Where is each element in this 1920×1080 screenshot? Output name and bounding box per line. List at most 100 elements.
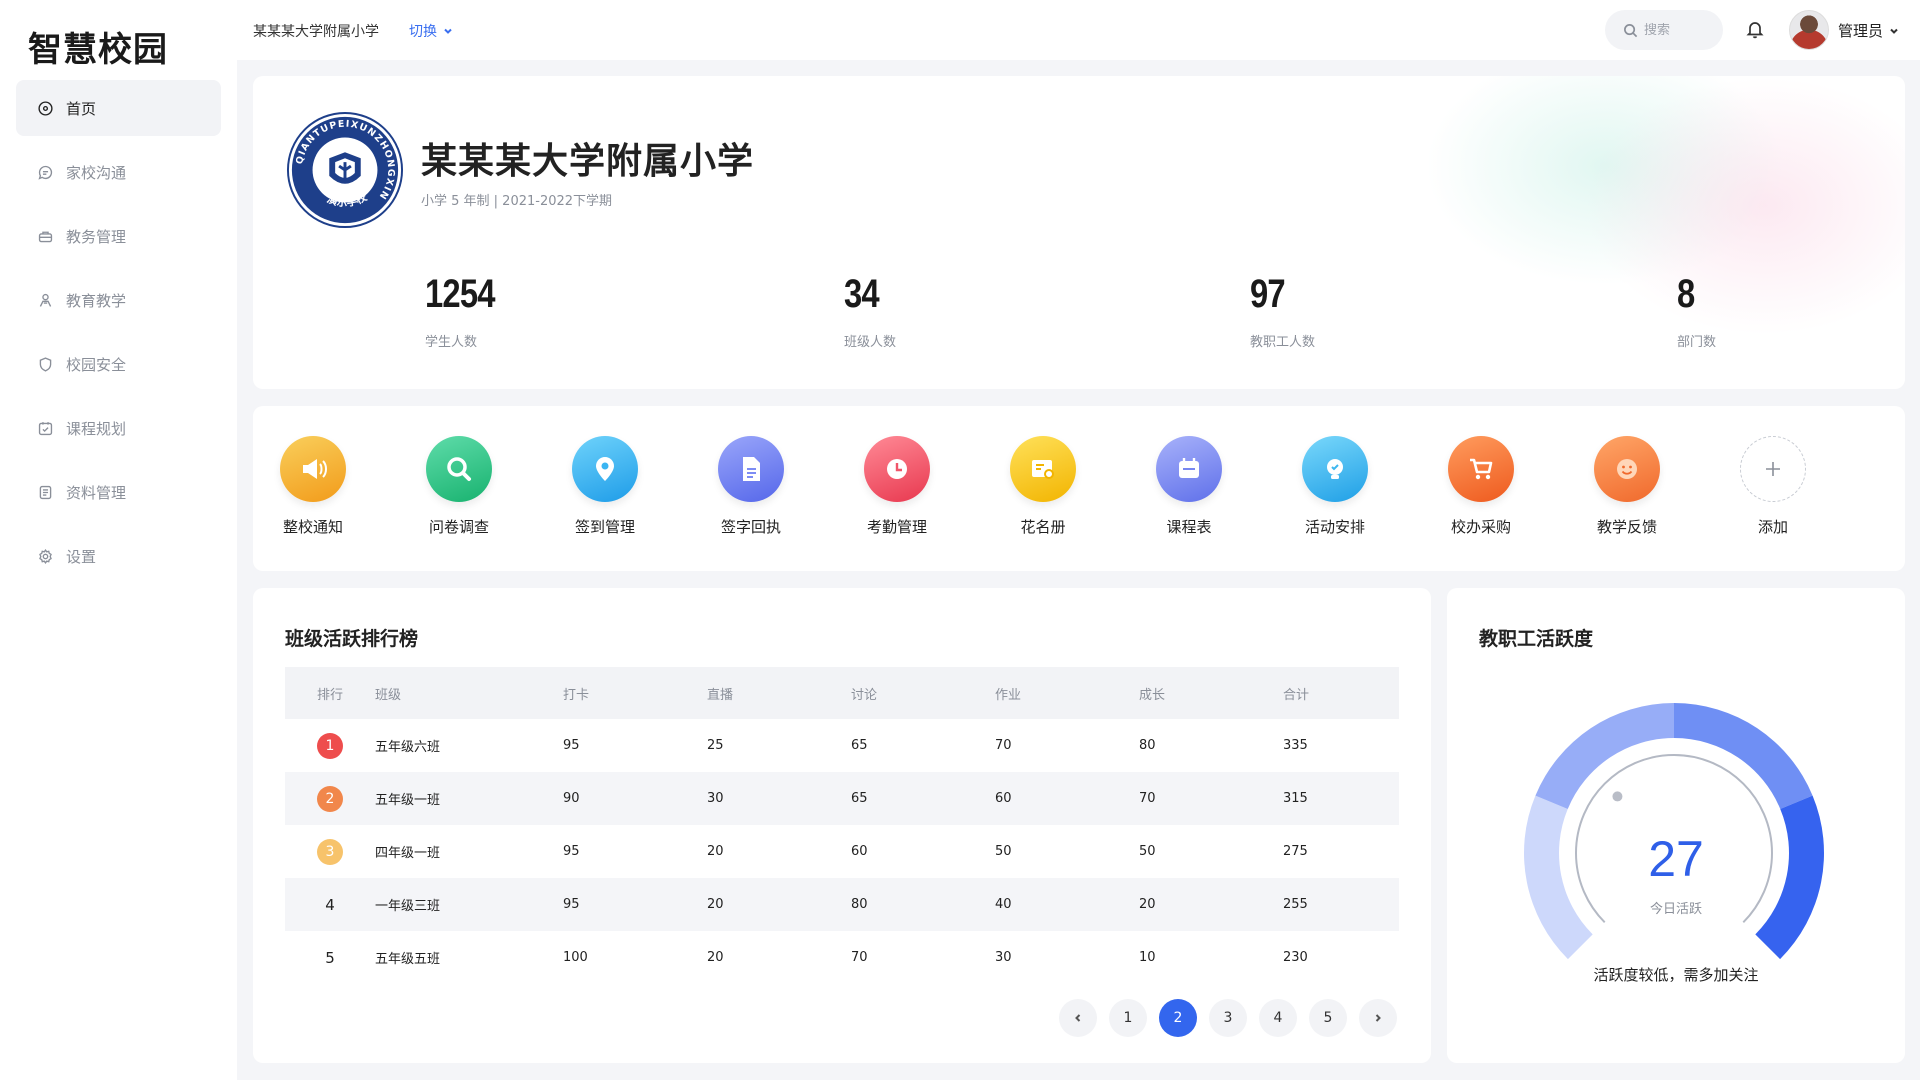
page-button[interactable]: 3: [1209, 999, 1247, 1037]
teaching-icon: [36, 291, 54, 309]
stat-students: 1254 学生人数: [425, 272, 510, 350]
page-button[interactable]: 4: [1259, 999, 1297, 1037]
school-logo: QIANTUPEIXUNZHONGXIN 演示学校: [286, 111, 404, 229]
document-icon: [36, 483, 54, 501]
current-school: 某某某大学附属小学: [253, 24, 379, 40]
ranking-table: 排行 班级 打卡 直播 讨论 作业 成长 合计 1 五年级六班 95 25 65…: [285, 667, 1399, 984]
brand-title: 智慧校园: [28, 30, 168, 70]
table-cell: 一年级三班: [375, 899, 441, 914]
app-survey[interactable]: 问卷调查: [404, 436, 514, 537]
sidebar-item-label: 设置: [66, 547, 97, 566]
sidebar-item-resources[interactable]: 资料管理: [16, 464, 221, 520]
search-box[interactable]: [1605, 10, 1723, 50]
pagination: 1 2 3 4 5: [1059, 999, 1397, 1037]
table-cell: 五年级五班: [375, 952, 441, 967]
prev-page-button[interactable]: [1059, 999, 1097, 1037]
chevron-left-icon: [1075, 1014, 1081, 1022]
stat-value: 97: [1250, 272, 1286, 316]
chevron-down-icon: [1890, 28, 1898, 34]
sidebar-item-home-school[interactable]: 家校沟通: [16, 144, 221, 200]
table-row: 5 五年级五班 100 20 70 30 10 230: [285, 931, 1399, 984]
sidebar-item-label: 校园安全: [66, 355, 127, 374]
table-cell: 275: [1283, 844, 1308, 859]
sidebar-item-course-plan[interactable]: 课程规划: [16, 400, 221, 456]
search-icon: [426, 436, 492, 502]
gauge-segment-3: [1674, 703, 1813, 809]
app-procurement[interactable]: 校办采购: [1426, 436, 1536, 537]
sidebar-item-safety[interactable]: 校园安全: [16, 336, 221, 392]
activity-value: 27: [1648, 831, 1704, 887]
column-header: 合计: [1283, 687, 1310, 703]
sidebar-item-teaching[interactable]: 教育教学: [16, 272, 221, 328]
app-label: 校办采购: [1450, 518, 1511, 536]
chat-icon: [36, 163, 54, 181]
column-header: 成长: [1139, 687, 1166, 703]
activity-value-label: 今日活跃: [1649, 902, 1702, 917]
app-label: 教学反馈: [1596, 518, 1657, 536]
stat-staff: 97 教职工人数: [1250, 272, 1315, 350]
app-school-notice[interactable]: 整校通知: [258, 436, 368, 537]
class-ranking-card: 班级活跃排行榜 排行 班级 打卡 直播 讨论 作业 成长 合计 1 五年级六班 …: [253, 588, 1431, 1063]
table-cell: 50: [995, 844, 1012, 859]
search-input[interactable]: [1644, 22, 1714, 38]
next-page-button[interactable]: [1359, 999, 1397, 1037]
school-title: 某某某大学附属小学: [421, 141, 755, 182]
app-teaching-feedback[interactable]: 教学反馈: [1572, 436, 1682, 537]
table-cell: 30: [995, 950, 1012, 965]
app-label: 签到管理: [574, 518, 635, 536]
rank-badge: 2: [317, 785, 343, 812]
app-activities[interactable]: 活动安排: [1280, 436, 1390, 537]
switch-label: 切换: [409, 24, 437, 40]
table-cell: 80: [1139, 738, 1156, 753]
rank-number: 5: [325, 948, 335, 967]
column-header: 直播: [707, 687, 734, 703]
table-cell: 60: [995, 791, 1012, 806]
clock-icon: [864, 436, 930, 502]
app-add[interactable]: 添加: [1718, 436, 1828, 537]
stat-label: 班级人数: [844, 335, 897, 350]
table-cell: 230: [1283, 950, 1308, 965]
page-button[interactable]: 1: [1109, 999, 1147, 1037]
table-cell: 20: [707, 897, 724, 912]
table-cell: 65: [851, 791, 868, 806]
app-label: 花名册: [1020, 518, 1066, 536]
sidebar-item-label: 资料管理: [66, 483, 127, 502]
column-header: 作业: [995, 687, 1022, 703]
app-roster[interactable]: 花名册: [988, 436, 1098, 537]
rank-number: 4: [325, 895, 335, 914]
calendar-check-icon: [36, 419, 54, 437]
sidebar-item-settings[interactable]: 设置: [16, 528, 221, 584]
smile-icon: [1594, 436, 1660, 502]
search-icon: [1624, 23, 1638, 37]
chevron-right-icon: [1375, 1014, 1381, 1022]
sidebar-item-label: 家校沟通: [66, 163, 127, 182]
sidebar-item-label: 教育教学: [66, 291, 127, 310]
stat-classes: 34 班级人数: [844, 272, 896, 350]
app-sign-receipt[interactable]: 签字回执: [696, 436, 806, 537]
app-attendance[interactable]: 考勤管理: [842, 436, 952, 537]
avatar[interactable]: [1789, 10, 1829, 50]
page-button-current[interactable]: 2: [1159, 999, 1197, 1037]
rank-badge: 1: [317, 732, 343, 759]
table-cell: 50: [1139, 844, 1156, 859]
sidebar-item-academic[interactable]: 教务管理: [16, 208, 221, 264]
sidebar-item-label: 教务管理: [66, 227, 127, 246]
user-menu[interactable]: 管理员: [1838, 20, 1899, 41]
table-cell: 65: [851, 738, 868, 753]
admin-label: 管理员: [1838, 22, 1884, 40]
app-checkin[interactable]: 签到管理: [550, 436, 660, 537]
briefcase-icon: [36, 227, 54, 245]
app-label: 签字回执: [720, 518, 781, 536]
sidebar-item-home[interactable]: 首页: [16, 80, 221, 136]
topbar: 某某某大学附属小学 切换 管理员: [237, 0, 1920, 60]
column-header: 班级: [375, 687, 402, 703]
lightbulb-icon: [1302, 436, 1368, 502]
switch-school-button[interactable]: 切换: [409, 21, 453, 41]
table-cell: 40: [995, 897, 1012, 912]
page-button[interactable]: 5: [1309, 999, 1347, 1037]
chevron-down-icon: [444, 28, 452, 34]
notification-bell-icon[interactable]: [1745, 19, 1767, 41]
table-cell: 95: [563, 844, 580, 859]
app-timetable[interactable]: 课程表: [1134, 436, 1244, 537]
plus-icon: [1740, 436, 1806, 502]
